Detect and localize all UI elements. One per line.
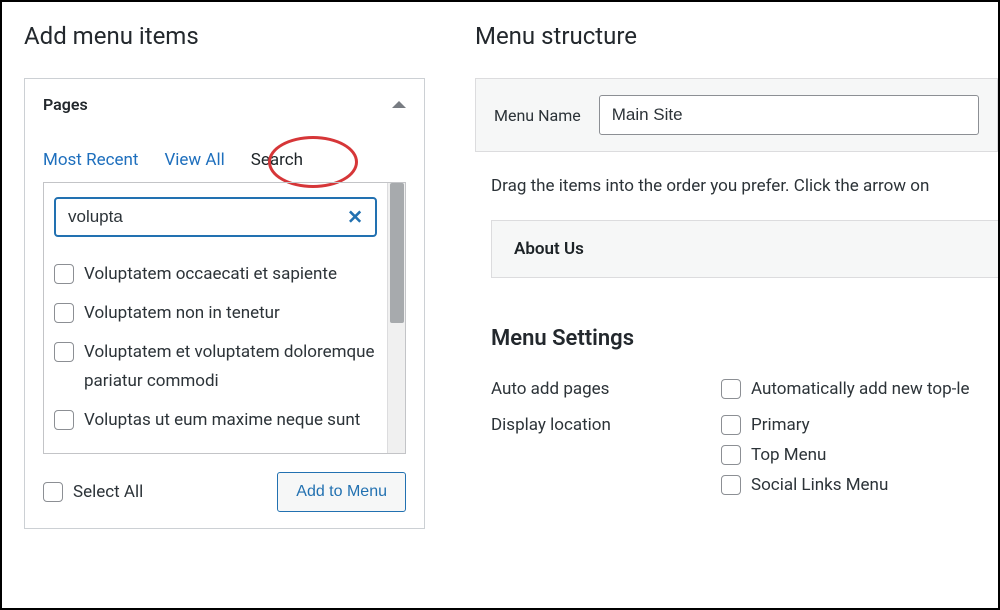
chevron-up-icon — [392, 101, 406, 108]
menu-settings: Menu Settings Auto add pages Automatical… — [475, 326, 998, 503]
pages-tabs: Most Recent View All Search — [43, 130, 406, 182]
menu-name-label: Menu Name — [494, 106, 581, 125]
tab-most-recent[interactable]: Most Recent — [43, 150, 138, 170]
list-item[interactable]: Voluptas ut eum maxime neque sunt — [54, 401, 377, 440]
select-all-checkbox[interactable] — [43, 482, 63, 502]
tab-view-all[interactable]: View All — [164, 150, 224, 170]
result-label: Voluptatem occaecati et sapiente — [84, 260, 337, 289]
result-label: Voluptatem non in tenetur — [84, 299, 280, 328]
select-all[interactable]: Select All — [43, 482, 143, 502]
pages-accordion-header[interactable]: Pages — [25, 79, 424, 130]
list-item[interactable]: Voluptatem occaecati et sapiente — [54, 255, 377, 294]
menu-settings-heading: Menu Settings — [491, 326, 998, 351]
tab-search[interactable]: Search — [251, 150, 303, 170]
scrollbar-thumb[interactable] — [390, 183, 404, 323]
auto-add-label: Auto add pages — [491, 379, 721, 399]
right-title: Menu structure — [475, 22, 998, 50]
result-label: Voluptas ut eum maxime neque sunt — [84, 406, 360, 435]
menu-name-input[interactable] — [599, 95, 979, 135]
search-input-wrapper: ✕ — [54, 197, 377, 237]
result-checkbox[interactable] — [54, 410, 74, 430]
drag-hint: Drag the items into the order you prefer… — [475, 152, 998, 220]
auto-add-text: Automatically add new top-le — [751, 379, 970, 399]
clear-search-icon[interactable]: ✕ — [347, 206, 363, 229]
result-checkbox[interactable] — [54, 342, 74, 362]
select-all-label: Select All — [73, 482, 143, 502]
result-label: Voluptatem et voluptatem doloremque pari… — [84, 338, 377, 396]
scrollbar[interactable] — [387, 183, 405, 453]
accordion-title: Pages — [43, 95, 88, 114]
search-panel: ✕ Voluptatem occaecati et sapiente Volup… — [43, 182, 406, 454]
auto-add-checkbox[interactable] — [721, 379, 741, 399]
list-item[interactable]: Voluptatem et voluptatem doloremque pari… — [54, 333, 377, 401]
search-input[interactable] — [68, 207, 335, 227]
list-item[interactable]: Voluptatem non in tenetur — [54, 294, 377, 333]
menu-item-about-us[interactable]: About Us — [491, 220, 998, 278]
result-checkbox[interactable] — [54, 303, 74, 323]
location-checkbox[interactable] — [721, 445, 741, 465]
left-title: Add menu items — [24, 22, 425, 50]
location-social[interactable]: Social Links Menu — [721, 475, 888, 495]
pages-accordion: Pages Most Recent View All Search ✕ — [24, 78, 425, 529]
location-checkbox[interactable] — [721, 475, 741, 495]
menu-name-row: Menu Name — [475, 78, 998, 152]
add-to-menu-button[interactable]: Add to Menu — [277, 472, 406, 512]
location-primary[interactable]: Primary — [721, 415, 888, 435]
location-top-menu[interactable]: Top Menu — [721, 445, 888, 465]
location-checkbox[interactable] — [721, 415, 741, 435]
result-checkbox[interactable] — [54, 264, 74, 284]
location-text: Primary — [751, 415, 810, 435]
location-text: Social Links Menu — [751, 475, 888, 495]
auto-add-option[interactable]: Automatically add new top-le — [721, 379, 970, 399]
location-text: Top Menu — [751, 445, 826, 465]
display-location-label: Display location — [491, 415, 721, 495]
